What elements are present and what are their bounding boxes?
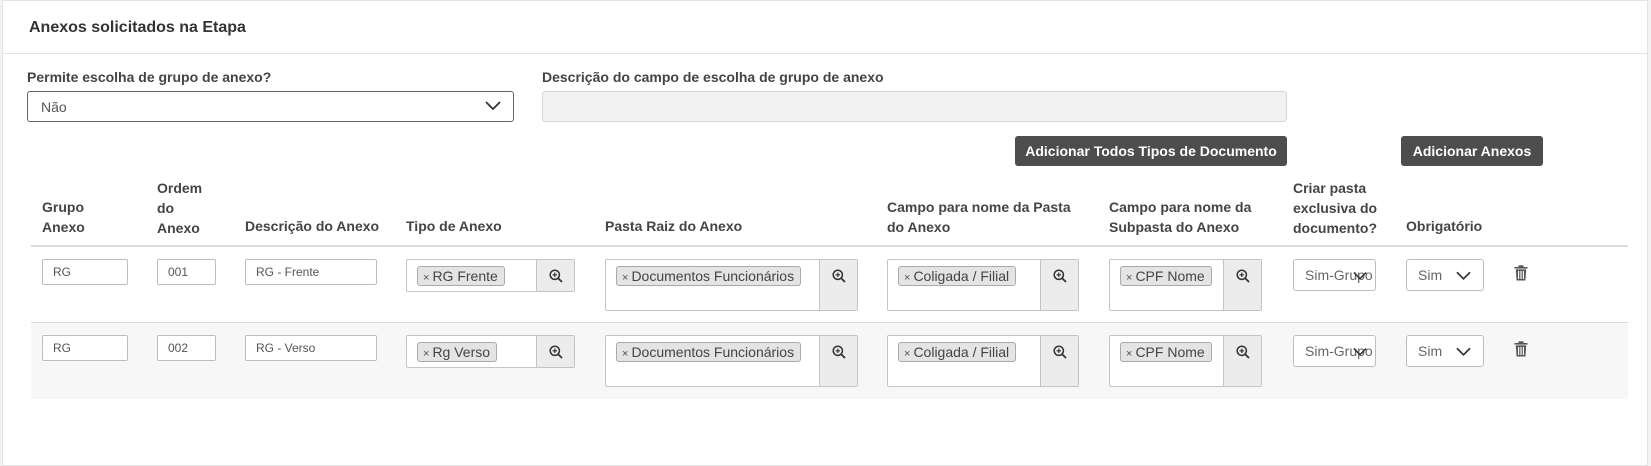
magnifier-plus-icon	[1236, 345, 1250, 359]
tipo-tag: × RG Frente	[417, 266, 505, 286]
header-pasta-raiz: Pasta Raiz do Anexo	[605, 218, 743, 234]
header-descricao: Descrição do Anexo	[245, 218, 380, 234]
campo-subpasta-lookup[interactable]: × CPF Nome	[1109, 335, 1262, 387]
chevron-down-icon	[1353, 271, 1367, 280]
tipo-tag: × Rg Verso	[417, 342, 498, 362]
tipo-lookup[interactable]: × RG Frente	[406, 259, 575, 292]
lookup-button[interactable]	[1040, 260, 1078, 310]
lookup-button[interactable]	[536, 336, 574, 367]
remove-tag-icon[interactable]: ×	[1126, 348, 1132, 360]
obrigatorio-select[interactable]: Sim	[1406, 259, 1484, 291]
remove-tag-icon[interactable]: ×	[622, 348, 628, 360]
campo-subpasta-tag: × CPF Nome	[1120, 266, 1212, 286]
campo-pasta-tag: × Coligada / Filial	[898, 342, 1017, 362]
remove-tag-icon[interactable]: ×	[622, 272, 628, 284]
magnifier-plus-icon	[1053, 269, 1067, 283]
header-campo-subpasta: Campo para nome da Subpasta do Anexo	[1109, 199, 1252, 235]
pasta-raiz-tag: × Documentos Funcionários	[616, 342, 802, 362]
lookup-button[interactable]	[1040, 336, 1078, 386]
obrigatorio-value: Sim	[1418, 343, 1443, 359]
trash-icon[interactable]	[1514, 341, 1528, 357]
group-choice-label: Permite escolha de grupo de anexo?	[27, 69, 272, 85]
lookup-button[interactable]	[1223, 260, 1261, 310]
trash-icon[interactable]	[1514, 265, 1528, 281]
tipo-lookup[interactable]: × Rg Verso	[406, 335, 575, 368]
lookup-button[interactable]	[536, 260, 574, 291]
remove-tag-icon[interactable]: ×	[904, 348, 910, 360]
pasta-raiz-lookup[interactable]: × Documentos Funcionários	[605, 335, 858, 387]
group-choice-value: Não	[41, 99, 67, 115]
criar-pasta-select[interactable]: Sim-Grupo	[1293, 259, 1376, 291]
lookup-button[interactable]	[1223, 336, 1261, 386]
magnifier-plus-icon	[1053, 345, 1067, 359]
magnifier-plus-icon	[549, 269, 563, 283]
group-desc-input[interactable]	[542, 91, 1287, 122]
grupo-input[interactable]: RG	[42, 259, 128, 285]
header-tipo: Tipo de Anexo	[406, 218, 502, 234]
campo-pasta-lookup[interactable]: × Coligada / Filial	[887, 335, 1079, 387]
magnifier-plus-icon	[832, 269, 846, 283]
add-attachments-button[interactable]: Adicionar Anexos	[1401, 136, 1543, 166]
chevron-down-icon	[1456, 347, 1471, 357]
header-criar-pasta: Criar pasta exclusiva do documento?	[1293, 180, 1378, 236]
descricao-input[interactable]: RG - Frente	[245, 259, 377, 285]
magnifier-plus-icon	[549, 345, 563, 359]
remove-tag-icon[interactable]: ×	[423, 272, 429, 284]
chevron-down-icon	[485, 101, 501, 111]
header-ordem-anexo: Ordem do Anexo	[157, 180, 203, 236]
chevron-down-icon	[1353, 347, 1367, 356]
group-desc-label: Descrição do campo de escolha de grupo d…	[542, 69, 884, 85]
group-choice-select[interactable]: Não	[27, 91, 514, 122]
pasta-raiz-tag: × Documentos Funcionários	[616, 266, 802, 286]
lookup-button[interactable]	[819, 260, 857, 310]
campo-pasta-tag: × Coligada / Filial	[898, 266, 1017, 286]
chevron-down-icon	[1456, 271, 1471, 281]
magnifier-plus-icon	[1236, 269, 1250, 283]
lookup-button[interactable]	[819, 336, 857, 386]
campo-pasta-lookup[interactable]: × Coligada / Filial	[887, 259, 1079, 311]
descricao-input[interactable]: RG - Verso	[245, 335, 377, 361]
header-campo-pasta: Campo para nome da Pasta do Anexo	[887, 199, 1071, 235]
obrigatorio-value: Sim	[1418, 267, 1443, 283]
grupo-input[interactable]: RG	[42, 335, 128, 361]
ordem-input[interactable]: 001	[157, 259, 216, 285]
header-grupo-anexo: Grupo Anexo	[42, 199, 85, 235]
header-obrigatorio: Obrigatório	[1406, 218, 1483, 234]
remove-tag-icon[interactable]: ×	[1126, 272, 1132, 284]
magnifier-plus-icon	[832, 345, 846, 359]
remove-tag-icon[interactable]: ×	[423, 348, 429, 360]
campo-subpasta-tag: × CPF Nome	[1120, 342, 1212, 362]
add-all-document-types-button[interactable]: Adicionar Todos Tipos de Documento	[1015, 136, 1287, 166]
remove-tag-icon[interactable]: ×	[904, 272, 910, 284]
ordem-input[interactable]: 002	[157, 335, 216, 361]
attachments-panel: Anexos solicitados na Etapa Permite esco…	[2, 0, 1648, 466]
criar-pasta-select[interactable]: Sim-Grupo	[1293, 335, 1376, 367]
obrigatorio-select[interactable]: Sim	[1406, 335, 1484, 367]
pasta-raiz-lookup[interactable]: × Documentos Funcionários	[605, 259, 858, 311]
panel-title: Anexos solicitados na Etapa	[3, 1, 1647, 54]
campo-subpasta-lookup[interactable]: × CPF Nome	[1109, 259, 1262, 311]
